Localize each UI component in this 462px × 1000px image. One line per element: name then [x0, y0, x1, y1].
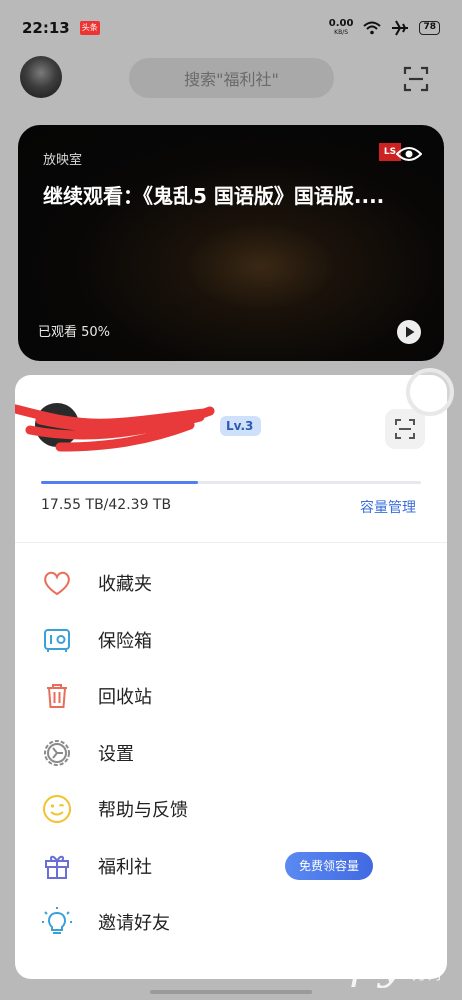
menu-item-recycle-bin[interactable]: 回收站: [15, 668, 447, 725]
play-icon[interactable]: [396, 319, 422, 345]
menu-item-help-feedback[interactable]: 帮助与反馈: [15, 781, 447, 838]
menu-item-label: 帮助与反馈: [98, 800, 188, 822]
heart-icon: [44, 572, 70, 596]
user-avatar[interactable]: [20, 56, 62, 98]
menu-item-label: 回收站: [98, 687, 152, 709]
menu-item-label: 保险箱: [98, 630, 152, 652]
battery-indicator: 78: [419, 21, 440, 35]
trash-icon: [47, 684, 67, 709]
storage-usage: 17.55 TB/42.39 TB: [41, 497, 172, 513]
safe-icon: [44, 628, 70, 652]
watermark: Dospy 诺亚 方舟: [262, 938, 462, 994]
news-app-badge: 头条: [79, 21, 100, 35]
airplane-mode-icon: [392, 20, 409, 36]
scan-icon[interactable]: [403, 66, 429, 92]
continue-watching-card[interactable]: 放映室 继续观看：《鬼乱5 国语版》国语版.... LS 已观看 50%: [18, 125, 444, 361]
watermark-cn: 诺亚 方舟: [412, 944, 444, 984]
network-speed: 0.00 KB/S: [329, 19, 354, 37]
profile-panel: Lv.3 17.55 TB/42.39 TB 容量管理 收藏夹 保险箱 回收站 …: [15, 375, 447, 979]
watch-progress: 已观看 50%: [38, 325, 111, 340]
divider: [15, 542, 447, 543]
watermark-cn-line2: 方舟: [412, 965, 445, 983]
storage-progress-bar: [41, 481, 421, 484]
menu-item-favorites[interactable]: 收藏夹: [15, 555, 447, 612]
storage-progress-fill: [41, 481, 199, 484]
menu-item-label: 福利社: [98, 856, 152, 878]
storage-manage-link[interactable]: 容量管理: [360, 497, 416, 517]
redaction-scribble: [15, 404, 215, 452]
watermark-text: Dospy: [262, 938, 405, 989]
lightbulb-icon: [42, 907, 72, 935]
card-subtitle: 放映室: [43, 153, 83, 168]
menu-list: 收藏夹 保险箱 回收站 设置 帮助与反馈 福利社 免费领容量 邀请好友: [15, 555, 447, 951]
scan-icon: [395, 419, 415, 439]
network-speed-unit: KB/S: [334, 29, 349, 36]
card-title: 继续观看：《鬼乱5 国语版》国语版....: [43, 184, 385, 208]
gear-icon: [44, 739, 70, 766]
search-input[interactable]: 搜索"福利社": [129, 58, 334, 98]
home-indicator[interactable]: [150, 990, 312, 994]
network-speed-value: 0.00: [328, 18, 354, 29]
status-bar: 22:13 头条 0.00 KB/S 78: [0, 0, 462, 56]
menu-item-welfare[interactable]: 福利社 免费领容量: [15, 838, 447, 895]
panel-scan-button[interactable]: [385, 409, 425, 449]
eye-icon[interactable]: [396, 145, 422, 163]
gift-icon: [45, 855, 69, 879]
wifi-icon: [363, 21, 382, 35]
free-storage-badge[interactable]: 免费领容量: [285, 851, 374, 880]
menu-item-settings[interactable]: 设置: [15, 725, 447, 782]
top-header: 搜索"福利社": [0, 56, 462, 100]
smile-icon: [43, 795, 71, 824]
menu-item-label: 邀请好友: [98, 913, 170, 935]
level-badge[interactable]: Lv.3: [220, 416, 262, 436]
watermark-cn-line1: 诺亚: [412, 945, 445, 963]
status-time: 22:13: [22, 19, 70, 37]
menu-item-label: 收藏夹: [98, 574, 152, 596]
menu-item-safe[interactable]: 保险箱: [15, 612, 447, 669]
floating-assistive-button[interactable]: [406, 368, 454, 416]
menu-item-label: 设置: [98, 743, 134, 765]
